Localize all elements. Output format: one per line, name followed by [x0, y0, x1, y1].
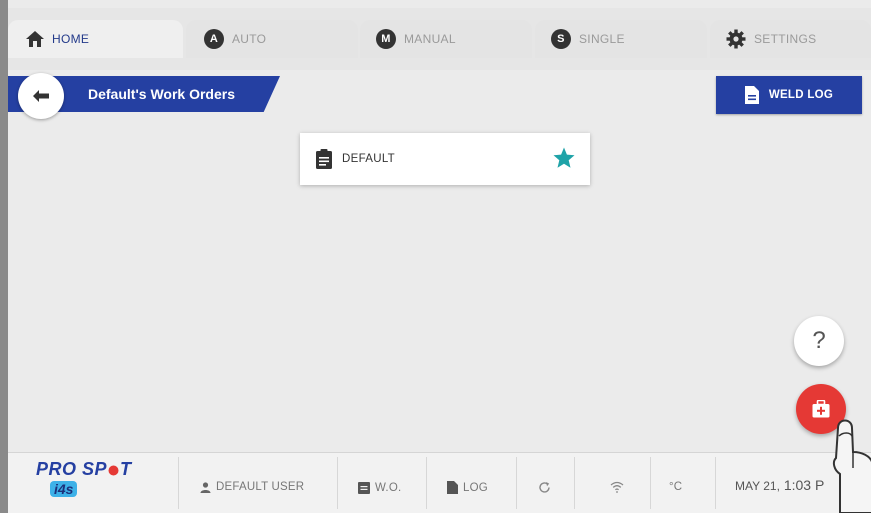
- tab-home[interactable]: HOME: [8, 20, 183, 58]
- user-indicator[interactable]: DEFAULT USER: [200, 481, 304, 493]
- logo-i4s: i4s: [50, 481, 78, 497]
- home-icon: [26, 31, 44, 47]
- help-button[interactable]: ?: [794, 316, 844, 366]
- divider: [426, 457, 427, 509]
- tab-auto-label: AUTO: [232, 32, 267, 46]
- clipboard-small-icon: [358, 482, 370, 494]
- work-order-indicator[interactable]: W.O.: [358, 481, 401, 494]
- tab-bar: HOME A AUTO M MANUAL S SINGLE SETTINGS: [8, 8, 871, 70]
- tab-home-label: HOME: [52, 32, 90, 46]
- log-label: LOG: [463, 481, 488, 494]
- wifi-icon: [610, 481, 624, 493]
- logo-text: PRO SP: [36, 459, 108, 479]
- tab-single-label: SINGLE: [579, 32, 625, 46]
- work-order-label: W.O.: [375, 481, 402, 494]
- document-icon: [744, 86, 759, 104]
- divider: [337, 457, 338, 509]
- page-title: Default's Work Orders: [88, 86, 235, 102]
- single-badge-icon: S: [551, 29, 571, 49]
- divider: [715, 457, 716, 509]
- work-order-name: DEFAULT: [342, 153, 396, 165]
- refresh-icon: [539, 482, 550, 493]
- divider: [178, 457, 179, 509]
- weld-log-button[interactable]: WELD LOG: [716, 76, 862, 114]
- manual-badge-icon: M: [376, 29, 396, 49]
- divider: [574, 457, 575, 509]
- back-button[interactable]: [18, 73, 64, 119]
- pointing-hand-icon: [832, 419, 871, 513]
- tab-settings-label: SETTINGS: [754, 32, 817, 46]
- star-icon[interactable]: [552, 146, 576, 170]
- log-indicator[interactable]: LOG: [447, 481, 488, 494]
- auto-badge-icon: A: [204, 29, 224, 49]
- pro-spot-logo: PRO SP T i4s: [36, 459, 132, 499]
- tab-settings[interactable]: SETTINGS: [710, 20, 871, 58]
- sync-indicator[interactable]: [538, 481, 551, 494]
- clipboard-icon: [316, 149, 332, 169]
- tab-auto[interactable]: A AUTO: [186, 20, 358, 58]
- tab-single[interactable]: S SINGLE: [535, 20, 707, 58]
- tab-manual-label: MANUAL: [404, 32, 456, 46]
- wifi-indicator[interactable]: [610, 481, 624, 493]
- logo-dot-icon: [108, 465, 119, 476]
- user-icon: [200, 481, 211, 493]
- work-order-card[interactable]: DEFAULT: [300, 133, 590, 185]
- status-bar: PRO SP T i4s DEFAULT USER W.O. LOG °C MA…: [8, 452, 871, 513]
- logo-text-tail: T: [120, 459, 132, 479]
- divider: [516, 457, 517, 509]
- app-window: HOME A AUTO M MANUAL S SINGLE SETTINGS D…: [8, 0, 871, 513]
- weld-log-label: WELD LOG: [768, 89, 834, 101]
- gear-icon: [726, 29, 746, 49]
- user-name: DEFAULT USER: [216, 481, 305, 493]
- tab-manual[interactable]: M MANUAL: [360, 20, 532, 58]
- temperature-indicator: °C: [669, 481, 682, 493]
- date: MAY 21,: [735, 479, 780, 493]
- date-time: MAY 21, 1:03 P: [735, 477, 824, 493]
- temperature-unit: °C: [669, 481, 683, 493]
- divider: [650, 457, 651, 509]
- file-icon: [447, 481, 458, 494]
- arrow-left-icon: [33, 90, 49, 102]
- time: 1:03 P: [783, 477, 825, 493]
